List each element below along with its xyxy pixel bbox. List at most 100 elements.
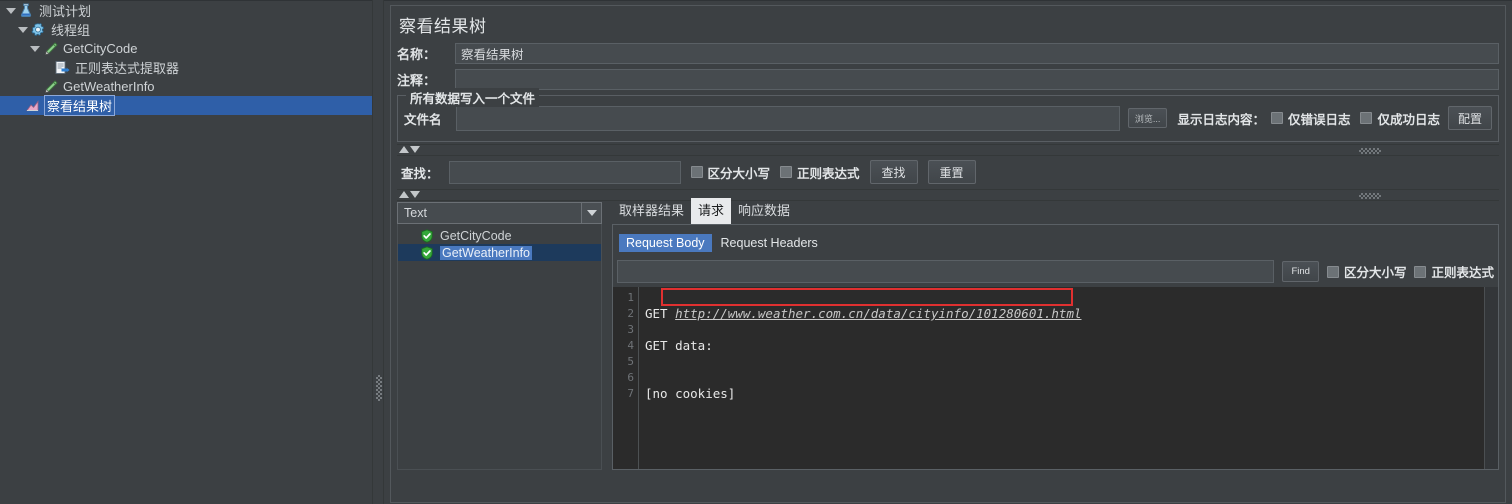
comment-input[interactable]	[455, 69, 1499, 90]
sampler-results-list[interactable]: GetCityCode GetWeatherInfo	[397, 224, 602, 470]
tab-response-data[interactable]: 响应数据	[731, 198, 797, 224]
subtab-request-body[interactable]: Request Body	[619, 234, 712, 252]
tree-item-getweatherinfo[interactable]: GetWeatherInfo	[0, 77, 372, 96]
renderer-select[interactable]: Text	[397, 202, 602, 224]
request-body-editor[interactable]: 1 2 3 4 5 6 7 GET http://www.weather.com…	[613, 287, 1498, 469]
sampler-name: GetWeatherInfo	[440, 245, 533, 260]
write-all-data-group: 所有数据写入一个文件 文件名 浏览... 显示日志内容： 仅错误日志 仅成功日志…	[397, 88, 1499, 142]
code-line-1-url[interactable]: http://www.weather.com.cn/data/cityinfo/…	[675, 306, 1081, 321]
horizontal-splitter-top[interactable]	[397, 144, 1499, 156]
tree-item-label: 测试计划	[39, 4, 92, 19]
tree-item-getcitycode[interactable]: GetCityCode	[0, 39, 372, 58]
browse-button[interactable]: 浏览...	[1127, 108, 1168, 128]
search-reset-button[interactable]: 重置	[927, 160, 976, 184]
arrow-down-icon[interactable]	[410, 191, 420, 198]
sampler-name: GetCityCode	[440, 228, 512, 243]
test-plan-tree-panel[interactable]: 测试计划 线程组 GetCityCode 正则表达式提取器 GetWeather…	[0, 0, 372, 504]
subtab-request-headers[interactable]: Request Headers	[714, 234, 825, 252]
tree-item-regex-extractor[interactable]: 正则表达式提取器	[0, 58, 372, 77]
request-subtabs[interactable]: Request Body Request Headers	[619, 231, 1498, 252]
horizontal-splitter-bottom[interactable]	[397, 189, 1499, 201]
chevron-down-icon[interactable]	[4, 4, 17, 17]
checkbox-box-icon[interactable]	[1326, 265, 1339, 278]
splitter-arrows[interactable]	[399, 191, 420, 198]
splitter-grip-icon[interactable]	[376, 375, 382, 401]
view-results-tree-panel: 察看结果树 名称： 注释： 所有数据写入一个文件 文件名 浏览... 显示日志内…	[384, 0, 1512, 504]
arrow-up-icon[interactable]	[399, 191, 409, 198]
success-only-label: 仅成功日志	[1377, 112, 1440, 127]
configure-button[interactable]: 配置	[1447, 106, 1492, 130]
success-only-checkbox[interactable]: 仅成功日志	[1360, 109, 1440, 128]
content-find-input[interactable]	[617, 260, 1275, 283]
success-shield-icon	[420, 228, 434, 243]
tree-item-thread-group[interactable]: 线程组	[0, 20, 372, 39]
line-number-gutter: 1 2 3 4 5 6 7	[613, 287, 639, 469]
search-case-sensitive-checkbox[interactable]: 区分大小写	[690, 163, 770, 182]
checkbox-box-icon[interactable]	[1270, 112, 1283, 124]
checkbox-box-icon[interactable]	[1360, 112, 1373, 124]
splitter-grip-icon[interactable]	[1359, 148, 1381, 154]
tree-item-label: GetCityCode	[63, 41, 138, 56]
results-tree-icon	[24, 98, 42, 114]
chevron-down-icon[interactable]	[28, 42, 41, 55]
code-line-3: GET data:	[645, 338, 713, 353]
list-item[interactable]: GetCityCode	[398, 227, 601, 244]
content-case-sensitive-checkbox[interactable]: 区分大小写	[1326, 262, 1407, 281]
content-find-button[interactable]: Find	[1282, 261, 1319, 282]
search-find-button[interactable]: 查找	[869, 160, 918, 184]
checkbox-box-icon[interactable]	[780, 166, 793, 178]
request-body-text[interactable]: GET http://www.weather.com.cn/data/cityi…	[639, 287, 1498, 469]
errors-only-label: 仅错误日志	[1287, 112, 1351, 127]
log-content-label: 显示日志内容：	[1177, 112, 1265, 127]
search-regex-checkbox[interactable]: 正则表达式	[780, 163, 860, 182]
arrow-up-icon[interactable]	[399, 146, 409, 153]
splitter-grip-icon[interactable]	[1359, 193, 1381, 199]
request-content-box: Request Body Request Headers Find 区分大小写	[612, 224, 1499, 470]
tab-request[interactable]: 请求	[691, 198, 732, 224]
chevron-down-icon[interactable]	[16, 23, 29, 36]
chevron-down-icon[interactable]	[581, 203, 601, 223]
page-title: 察看结果树	[399, 17, 487, 36]
comment-label: 注释：	[397, 73, 437, 88]
code-line-1-method: GET	[645, 306, 676, 321]
jmeter-window: 测试计划 线程组 GetCityCode 正则表达式提取器 GetWeather…	[0, 0, 1512, 504]
search-label: 查找：	[401, 166, 439, 181]
editor-vertical-scrollbar[interactable]	[1484, 287, 1498, 469]
flask-icon	[17, 3, 35, 19]
result-tabs[interactable]: 取样器结果 请求 响应数据	[612, 198, 1499, 224]
arrow-down-icon[interactable]	[410, 146, 420, 153]
line-numbers: 1 2 3 4 5 6 7	[627, 291, 634, 400]
name-input[interactable]	[455, 43, 1499, 64]
tree-item-test-plan[interactable]: 测试计划	[0, 1, 372, 20]
tab-sampler-result[interactable]: 取样器结果	[612, 198, 691, 224]
list-item[interactable]: GetWeatherInfo	[398, 244, 601, 261]
extractor-icon	[53, 60, 71, 76]
vertical-splitter[interactable]	[372, 0, 384, 504]
checkbox-box-icon[interactable]	[1414, 265, 1427, 278]
gear-icon	[29, 22, 47, 38]
renderer-select-value: Text	[404, 206, 427, 220]
tree-item-label: 察看结果树	[43, 95, 116, 116]
name-label: 名称：	[397, 47, 437, 62]
filename-input[interactable]	[456, 105, 1120, 131]
pen-icon	[41, 41, 59, 57]
result-tabs-column: 取样器结果 请求 响应数据 Request Body Request Heade…	[612, 198, 1499, 470]
tree-item-label: 线程组	[51, 23, 91, 38]
content-regex-label: 正则表达式	[1431, 266, 1494, 280]
code-line-6: [no cookies]	[645, 386, 736, 401]
content-regex-checkbox[interactable]: 正则表达式	[1414, 262, 1494, 281]
tree-item-label: GetWeatherInfo	[63, 79, 155, 94]
name-field-row: 名称：	[397, 42, 1499, 65]
content-find-bar: Find 区分大小写 正则表达式	[613, 256, 1498, 287]
splitter-arrows[interactable]	[399, 146, 420, 153]
results-bottom-area: Text GetCityCode GetWeatherInfo 取样器结果 请求…	[397, 198, 1499, 470]
checkbox-box-icon[interactable]	[690, 166, 703, 178]
tree-item-view-results-tree[interactable]: 察看结果树	[0, 95, 372, 116]
content-case-sensitive-label: 区分大小写	[1343, 266, 1407, 280]
search-input[interactable]	[448, 160, 681, 184]
search-regex-label: 正则表达式	[797, 166, 860, 181]
errors-only-checkbox[interactable]: 仅错误日志	[1270, 109, 1351, 128]
sampler-list-column: Text GetCityCode GetWeatherInfo	[397, 202, 602, 470]
success-shield-icon	[420, 245, 434, 260]
